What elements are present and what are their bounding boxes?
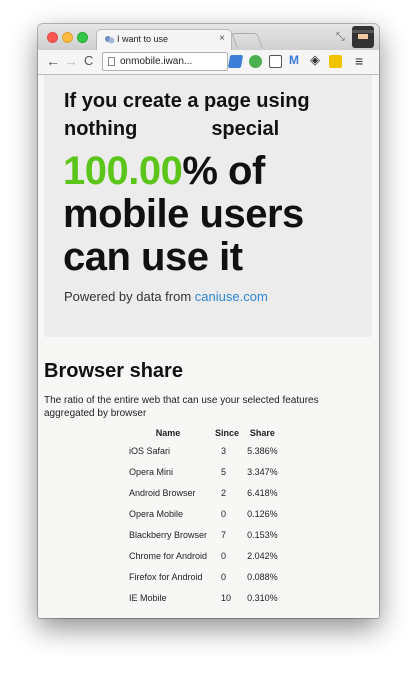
header-share: Share	[249, 428, 275, 438]
cell-share: 3.347%	[247, 466, 278, 477]
header-since: Since	[215, 428, 240, 438]
new-tab-button[interactable]	[231, 33, 263, 48]
cell-name: Chrome for Android	[129, 550, 208, 561]
close-window-icon[interactable]	[47, 32, 58, 43]
cell-name: Firefox for Android	[129, 571, 203, 582]
browser-window: I want to use × ⤡ ← → C onmobile.iwan...…	[38, 24, 379, 618]
hero-line1: If you create a page using	[64, 90, 310, 112]
cell-since: 0	[221, 571, 227, 582]
section-title: Browser share	[44, 360, 183, 382]
layers-icon[interactable]: ◈	[310, 52, 320, 68]
powered-prefix: Powered by data from	[64, 289, 195, 304]
browser-share-table: Name Since Share iOS Safari 3 5.386% Ope…	[125, 426, 282, 608]
hero-line2a: nothing	[64, 118, 138, 140]
cell-since: 5	[221, 466, 227, 477]
table-row: Blackberry Browser 7 0.153%	[125, 524, 282, 545]
table-row: IE Mobile 10 0.310%	[125, 587, 282, 608]
cell-share: 0.126%	[247, 508, 278, 519]
avatar-icon[interactable]	[352, 26, 374, 48]
cell-name: Android Browser	[129, 487, 196, 498]
hero-line2b: special	[211, 118, 280, 140]
cell-share: 5.386%	[247, 445, 278, 456]
hero-panel: If you create a page using nothing specia…	[44, 75, 372, 337]
cast-icon[interactable]	[269, 55, 282, 68]
back-icon[interactable]: ←	[46, 53, 60, 69]
favicon-icon	[105, 36, 115, 44]
table-row: iOS Safari 3 5.386%	[125, 440, 282, 461]
hero-line4: mobile users	[63, 192, 304, 236]
page-icon	[108, 57, 115, 66]
cell-since: 2	[221, 487, 227, 498]
menu-icon[interactable]: ≡	[355, 53, 363, 69]
caniuse-link[interactable]: caniuse.com	[195, 289, 268, 304]
table-row: Chrome for Android 0 2.042%	[125, 545, 282, 566]
hero-intro: If you create a page using nothing specia…	[64, 87, 310, 143]
extension-icon[interactable]	[227, 55, 244, 68]
url-text[interactable]: onmobile.iwan...	[120, 56, 192, 67]
gmail-icon[interactable]: M	[289, 53, 299, 67]
cell-since: 10	[221, 592, 232, 603]
cell-name: iOS Safari	[129, 445, 171, 456]
cell-name: Blackberry Browser	[129, 529, 208, 540]
table-header-row: Name Since Share	[125, 426, 282, 440]
cell-since: 0	[221, 550, 227, 561]
zoom-window-icon[interactable]	[77, 32, 88, 43]
powered-by: Powered by data from caniuse.com	[64, 289, 268, 304]
cell-since: 7	[221, 529, 227, 540]
cell-name: Opera Mini	[129, 466, 174, 477]
tab-strip: I want to use × ⤡	[38, 24, 379, 50]
table-row: Firefox for Android 0 0.088%	[125, 566, 282, 587]
browser-toolbar: ← → C onmobile.iwan... ☆ M ◈ ≡	[38, 50, 379, 75]
cell-since: 0	[221, 508, 227, 519]
forward-icon[interactable]: →	[64, 53, 78, 69]
cell-share: 0.153%	[247, 529, 278, 540]
cell-share: 0.310%	[247, 592, 278, 603]
extension-icon[interactable]	[249, 55, 262, 68]
tab-close-icon[interactable]: ×	[219, 33, 225, 44]
tab-title: I want to use	[117, 34, 169, 44]
cell-name: Opera Mobile	[129, 508, 184, 519]
cell-name: IE Mobile	[129, 592, 167, 603]
extension-icon[interactable]	[329, 55, 342, 68]
table-row: Opera Mobile 0 0.126%	[125, 503, 282, 524]
table-row: Opera Mini 5 3.347%	[125, 461, 282, 482]
table-row: Android Browser 2 6.418%	[125, 482, 282, 503]
header-name: Name	[155, 428, 181, 438]
cell-share: 6.418%	[247, 487, 278, 498]
cell-share: 0.088%	[247, 571, 278, 582]
percent-value: 100.00	[63, 149, 183, 193]
address-bar[interactable]: onmobile.iwan... ☆	[102, 52, 283, 71]
minimize-window-icon[interactable]	[62, 32, 73, 43]
fullscreen-icon[interactable]: ⤡	[336, 31, 345, 44]
hero-headline: 100.00% of mobile users can use it	[63, 150, 304, 279]
section-description: The ratio of the entire web that can use…	[44, 395, 319, 419]
tab-active[interactable]: I want to use ×	[96, 29, 232, 50]
reload-icon[interactable]: C	[84, 53, 93, 69]
percent-suffix: % of	[182, 149, 265, 193]
hero-line5: can use it	[63, 235, 243, 279]
page-content: If you create a page using nothing specia…	[38, 75, 379, 618]
cell-share: 2.042%	[247, 550, 278, 561]
cell-since: 3	[221, 445, 227, 456]
